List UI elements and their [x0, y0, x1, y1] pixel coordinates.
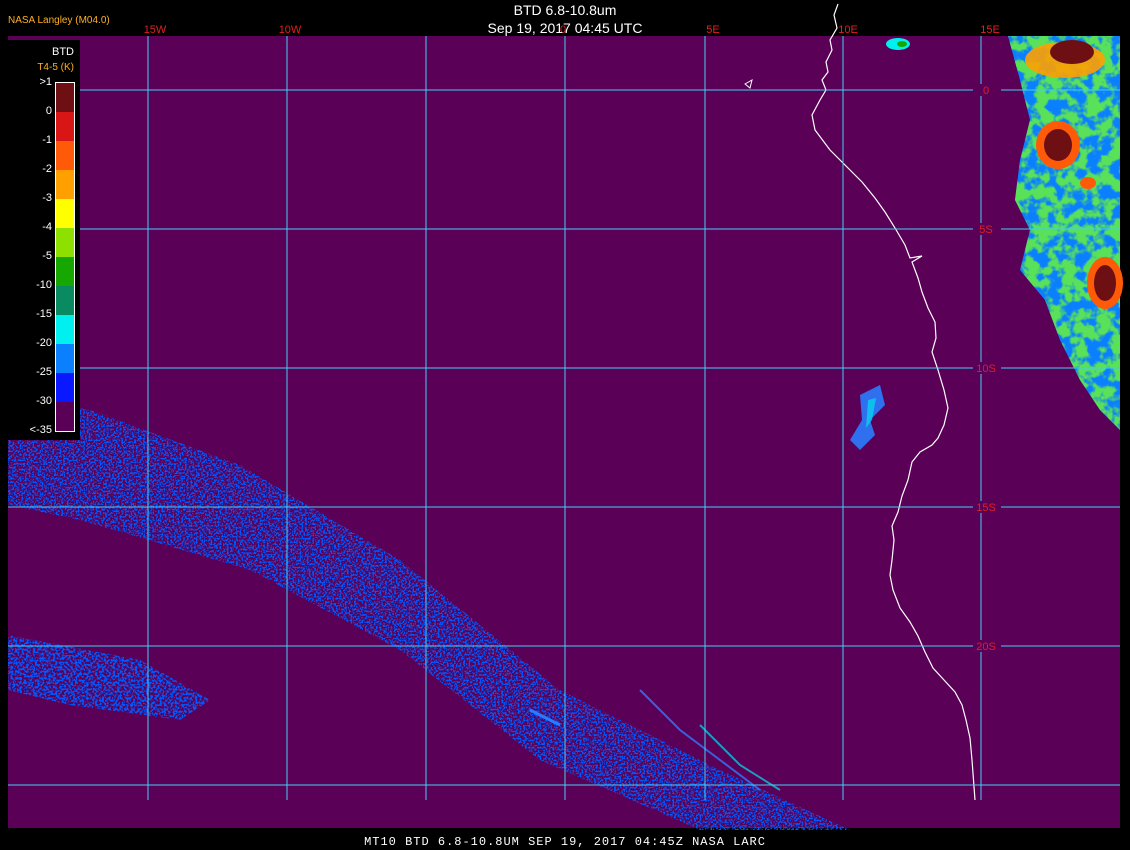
legend-tick-label: -10: [36, 279, 52, 291]
latitude-label: 10S: [976, 363, 996, 375]
image-title: BTD 6.8-10.8um: [513, 2, 617, 18]
latitude-label: 5S: [979, 224, 992, 236]
legend-tick-label: -1: [42, 134, 52, 146]
legend-tick-label: >1: [39, 76, 52, 88]
legend-tick-label: -4: [42, 221, 52, 233]
legend-tick-label: -20: [36, 337, 52, 349]
legend-tick-label: -3: [42, 192, 52, 204]
latitude-label: 0: [983, 85, 989, 97]
latitude-label: 20S: [976, 641, 996, 653]
legend-tick-label: -2: [42, 163, 52, 175]
legend-title: BTD: [52, 46, 74, 58]
legend-tick-label: 0: [45, 105, 52, 117]
legend-tick-label: -30: [36, 395, 52, 407]
legend-tick-label: <-35: [29, 424, 52, 436]
satellite-image-panel: 15W 10W 0 5E 10E 15E05S10S15S20S: [8, 3, 1123, 830]
legend-tick-label: -5: [42, 250, 52, 262]
image-timestamp: Sep 19, 2017 04:45 UTC: [487, 20, 643, 36]
legend-tick-label: -25: [36, 366, 52, 378]
legend-frame: [55, 82, 75, 432]
latitude-label: 15S: [976, 502, 996, 514]
image-footer: MT10 BTD 6.8-10.8UM SEP 19, 2017 04:45Z …: [364, 835, 766, 849]
color-legend: BTD T4-5 (K) >1 0 -1 -2 -3 -4 -5 -10 -15 -20 -25 -3…: [8, 40, 80, 440]
legend-tick-label: -15: [36, 308, 52, 320]
legend-subtitle: T4-5 (K): [37, 62, 74, 73]
